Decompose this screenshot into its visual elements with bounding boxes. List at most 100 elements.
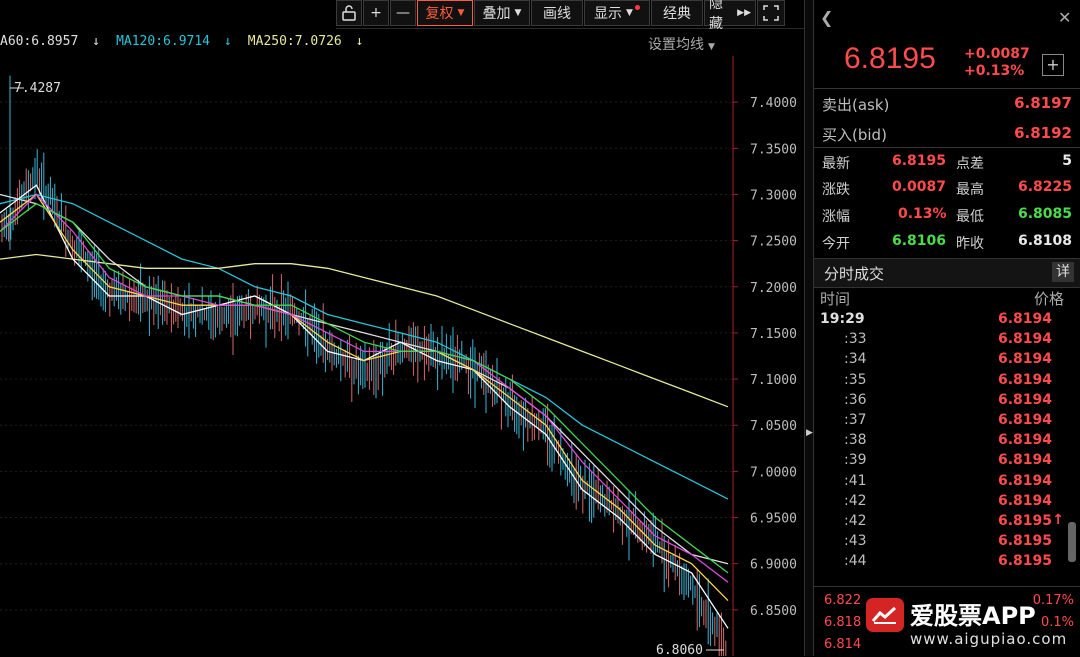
price-change-pct: +0.13% — [964, 63, 1025, 79]
ma120-label: MA120:6.9714 ↓ — [116, 34, 232, 49]
quote-header: ❮ ✕ 6.8195 +0.0087 +0.13% + — [814, 0, 1080, 90]
detail-button[interactable]: 详 — [1052, 262, 1074, 282]
timesales-price: 6.8195 — [997, 533, 1052, 550]
zoom-in-button[interactable]: + — [363, 0, 389, 26]
unlock-button[interactable] — [336, 0, 362, 26]
timesales-row: :33 6.8194 — [814, 330, 1072, 350]
timesales-price: 6.8194 — [997, 452, 1052, 469]
timesales-time: :37 — [844, 411, 867, 428]
timesales-scrollbar[interactable] — [1068, 522, 1076, 562]
draw-line-label: 画线 — [543, 6, 571, 22]
timesales-price: 6.8195 — [997, 553, 1052, 570]
bid-value: 6.8192 — [1014, 124, 1072, 142]
adjust-label: 复权 — [425, 6, 454, 22]
timesales-row: :42 6.8194 — [814, 492, 1072, 512]
prev-close-label: 昨收 — [956, 236, 984, 252]
timesales-row: :37 6.8194 — [814, 411, 1072, 431]
mini-price: 6.814 — [824, 637, 862, 652]
high-value: 6.8225 — [1017, 179, 1072, 195]
y-axis-ticks: 7.4000 7.3500 7.3000 7.2500 7.2000 7.1500 7.10… — [733, 96, 797, 619]
y-tick-label: 7.0500 — [750, 419, 797, 434]
ask-row: 卖出(ask) 6.8197 — [814, 89, 1080, 117]
timesales-list[interactable]: 19:29 6.8194:33 6.8194:34 6.8194:35 6.8194:3… — [814, 310, 1072, 572]
low-label: 最低 — [956, 209, 984, 225]
stats-row-change: 涨跌 0.0087 最高 6.8225 — [814, 175, 1080, 200]
hide-button[interactable]: 隐藏 ▶▶ — [704, 0, 756, 32]
watermark-url: www.aigupiao.com — [910, 630, 1068, 648]
col-price-header: 价格 — [1033, 290, 1064, 308]
collapse-handle-icon[interactable]: ▶ — [806, 428, 813, 438]
timesales-time: :34 — [844, 351, 867, 368]
timesales-row: :36 6.8194 — [814, 391, 1072, 411]
latest-label: 最新 — [822, 156, 850, 172]
min-label: 6.8060 — [656, 643, 703, 656]
timesales-time: :41 — [844, 472, 867, 489]
timesales-time: :42 — [844, 512, 867, 529]
settings-ma-button[interactable]: 设置均线 ▼ — [648, 34, 715, 54]
timesales-price: 6.8194 — [997, 371, 1052, 388]
ask-label: 卖出(ask) — [822, 96, 890, 114]
timesales-row: :39 6.8194 — [814, 451, 1072, 471]
app-logo-icon — [866, 598, 904, 632]
timesales-price: 6.8194 — [997, 391, 1052, 408]
zoom-in-icon: + — [370, 5, 382, 21]
pct-value: 0.13% — [898, 206, 947, 222]
y-tick-label: 6.9500 — [750, 512, 797, 527]
y-tick-label: 6.9000 — [750, 558, 797, 573]
prev-close-value: 6.8108 — [1017, 233, 1072, 249]
mini-price: 6.822 — [824, 593, 862, 608]
down-arrow-icon: ↓ — [355, 34, 364, 49]
classic-button[interactable]: 经典 — [651, 0, 703, 26]
watermark: 爱股票APP www.aigupiao.com — [866, 592, 1080, 656]
timesales-time: :42 — [844, 492, 867, 509]
bid-label: 买入(bid) — [822, 126, 887, 144]
y-tick-label: 7.2000 — [750, 281, 797, 296]
timesales-row: :38 6.8194 — [814, 431, 1072, 451]
overlay-button[interactable]: 叠加 ▼ — [474, 0, 530, 26]
kline-chart[interactable]: 7.4000 7.3500 7.3000 7.2500 7.2000 7.1500 7.10… — [0, 56, 804, 656]
quote-panel: ❮ ✕ 6.8195 +0.0087 +0.13% + 卖出(ask) 6.81… — [814, 0, 1080, 656]
timesales-price: 6.8194 — [997, 311, 1052, 327]
price-change: +0.0087 — [964, 46, 1030, 62]
latest-value: 6.8195 — [892, 153, 947, 169]
low-value: 6.8085 — [1017, 206, 1072, 222]
open-value: 6.8106 — [892, 233, 947, 249]
ma-legend: A60:6.8957 ↓ MA120:6.9714 ↓ MA250:7.0726… — [0, 34, 375, 49]
open-label: 今开 — [822, 236, 850, 252]
mini-price: 6.818 — [824, 615, 862, 630]
y-tick-label: 7.0000 — [750, 465, 797, 480]
ma250-label: MA250:7.0726 ↓ — [247, 34, 364, 49]
spread-label: 点差 — [956, 156, 984, 172]
timesales-time: :39 — [844, 452, 867, 469]
double-chevron-right-icon: ▶▶ — [737, 8, 751, 18]
ma60-label: A60:6.8957 ↓ — [0, 34, 100, 49]
timesales-row: :43 6.8195 — [814, 532, 1072, 552]
col-time-header: 时间 — [820, 290, 851, 308]
timesales-title: 分时成交 — [824, 265, 885, 283]
grid — [0, 101, 733, 611]
max-marker: 7.4287 — [10, 81, 61, 96]
timesales-row: :41 6.8194 — [814, 472, 1072, 492]
caret-down-icon: ▼ — [626, 8, 633, 18]
panel-divider[interactable]: ▶ — [804, 0, 814, 656]
hide-label: 隐藏 — [709, 0, 723, 32]
series-line-ma10 — [0, 193, 729, 602]
min-marker: 6.8060 — [656, 643, 724, 656]
adjust-button[interactable]: 复权 ▼ — [417, 0, 473, 26]
draw-line-button[interactable]: 画线 — [531, 0, 583, 26]
chart-toolbar: + — 复权 ▼ 叠加 ▼ 画线 显示 ▼ 经典 隐藏 ▶▶ — [336, 0, 804, 32]
caret-down-icon: ▼ — [457, 8, 465, 18]
add-watchlist-button[interactable]: + — [1042, 54, 1064, 76]
y-tick-label: 7.3000 — [750, 188, 797, 203]
timesales-columns: 时间 价格 — [814, 288, 1080, 308]
fullscreen-button[interactable] — [757, 0, 785, 26]
display-button[interactable]: 显示 ▼ — [584, 0, 650, 26]
change-value: 0.0087 — [892, 179, 947, 195]
timesales-row: 19:29 6.8194 — [814, 310, 1072, 330]
timesales-row: :44 6.8195 — [814, 552, 1072, 572]
zoom-out-button[interactable]: — — [390, 0, 416, 26]
timesales-header: 分时成交 详 — [814, 258, 1080, 288]
back-icon[interactable]: ❮ — [820, 8, 833, 27]
close-icon[interactable]: ✕ — [1058, 8, 1071, 27]
y-tick-label: 7.1500 — [750, 327, 797, 342]
